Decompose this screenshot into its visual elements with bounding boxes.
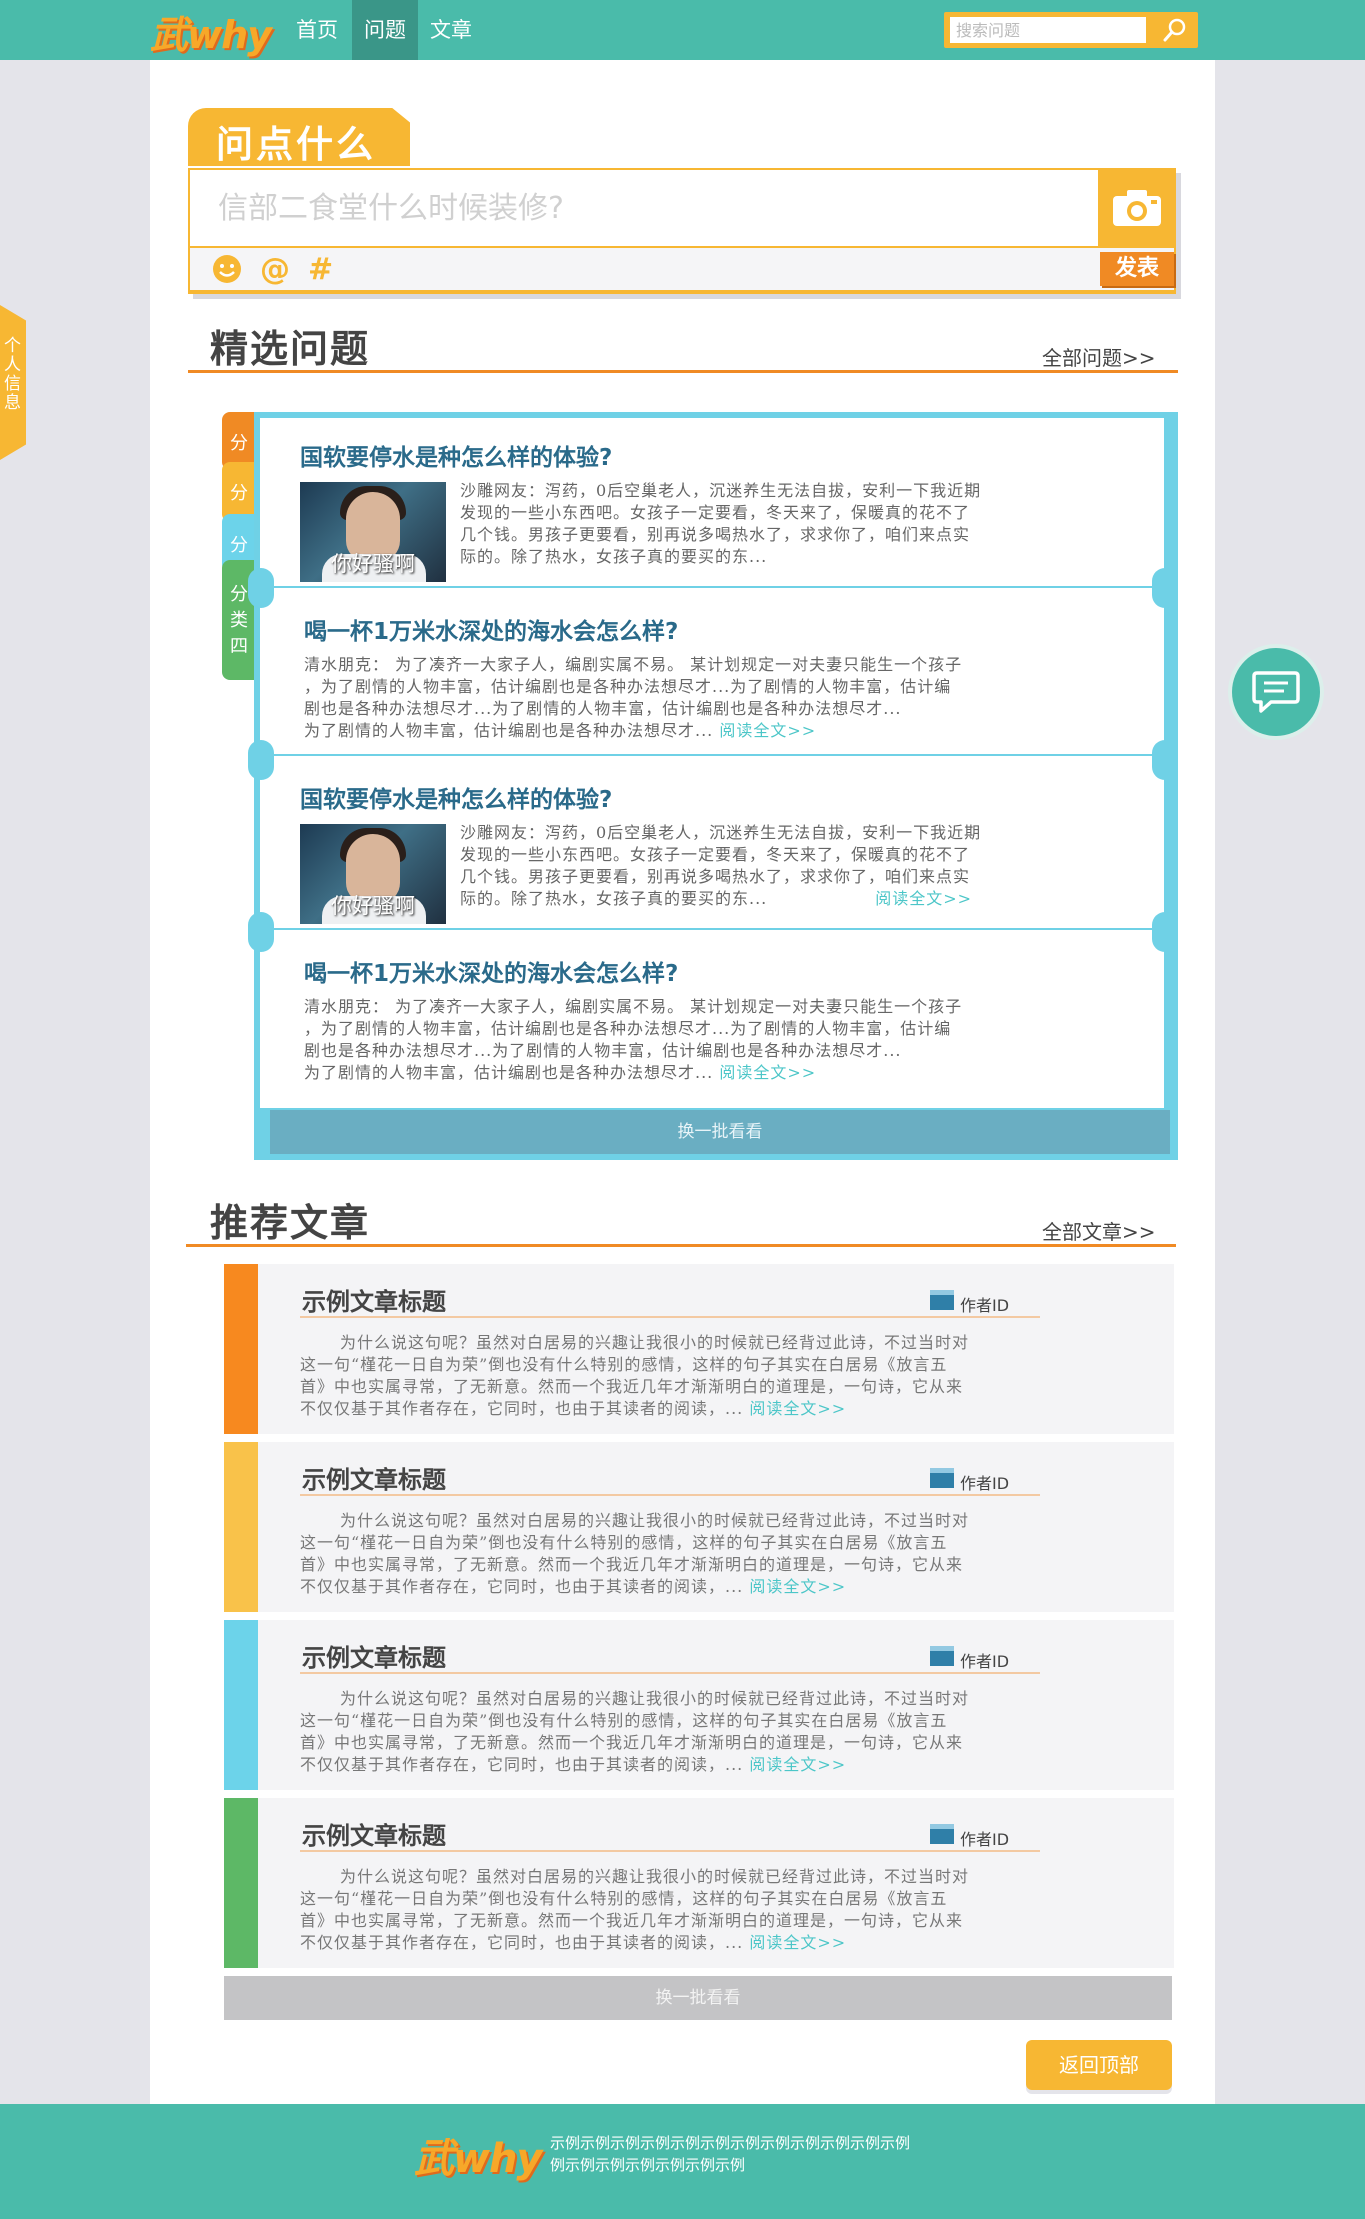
- section-divider: [186, 1244, 1176, 1247]
- featured-questions-title: 精选问题: [210, 327, 371, 371]
- question-excerpt: 沙雕网友：泻药，0后空巢老人，沉迷养生无法自拔，安利一下我近期 发现的一些小东西…: [460, 823, 982, 908]
- question-excerpt: 清水朋克： 为了凑齐一大家子人，编剧实属不易。 某计划规定一对夫妻只能生一个孩子…: [304, 997, 963, 1082]
- article-author[interactable]: 作者ID: [930, 1824, 1009, 1850]
- article-color-bar: [224, 1798, 258, 1968]
- search-input[interactable]: [950, 17, 1146, 43]
- profile-side-tab[interactable]: 个人信息: [0, 305, 26, 460]
- ask-input-wrap: [190, 170, 1098, 246]
- article-card[interactable]: 示例文章标题 作者ID 为什么说这句呢？虽然对白居易的兴趣让我很小的时候就已经背…: [224, 1798, 1174, 1968]
- article-author[interactable]: 作者ID: [930, 1468, 1009, 1494]
- all-articles-link[interactable]: 全部文章>>: [1042, 1216, 1156, 1245]
- ask-input[interactable]: [190, 170, 1098, 246]
- question-title[interactable]: 喝一杯1万米水深处的海水会怎么样?: [304, 612, 678, 646]
- chat-icon: [1252, 671, 1300, 713]
- question-title[interactable]: 国软要停水是种怎么样的体验?: [300, 438, 612, 472]
- article-card[interactable]: 示例文章标题 作者ID 为什么说这句呢？虽然对白居易的兴趣让我很小的时候就已经背…: [224, 1264, 1174, 1434]
- read-more-link[interactable]: 阅读全文>>: [719, 1063, 816, 1082]
- questions-frame: 国软要停水是种怎么样的体验? 你好骚啊 沙雕网友：泻药，0后空巢老人，沉迷养生无…: [254, 412, 1178, 1160]
- back-to-top-button[interactable]: 返回顶部: [1026, 2040, 1172, 2090]
- refresh-articles-button[interactable]: 换一批看看: [224, 1976, 1172, 2020]
- article-color-bar: [224, 1620, 258, 1790]
- read-more-link[interactable]: 阅读全文>>: [749, 1399, 846, 1418]
- read-more-link[interactable]: 阅读全文>>: [749, 1933, 846, 1952]
- questions-list: 国软要停水是种怎么样的体验? 你好骚啊 沙雕网友：泻药，0后空巢老人，沉迷养生无…: [260, 418, 1164, 1108]
- article-title-rule: [300, 1672, 1040, 1674]
- question-excerpt: 清水朋克： 为了凑齐一大家子人，编剧实属不易。 某计划规定一对夫妻只能生一个孩子…: [304, 655, 963, 740]
- nav-home[interactable]: 首页: [284, 0, 350, 60]
- ask-title: 问点什么: [188, 108, 410, 166]
- frame-notch: [248, 740, 274, 780]
- article-author[interactable]: 作者ID: [930, 1646, 1009, 1672]
- question-title[interactable]: 国软要停水是种怎么样的体验?: [300, 780, 612, 814]
- article-title-rule: [300, 1316, 1040, 1318]
- read-more-link[interactable]: 阅读全文>>: [719, 721, 816, 740]
- item-divider: [260, 586, 1164, 588]
- hashtag-icon[interactable]: #: [308, 252, 333, 287]
- category-tab-2[interactable]: 分: [222, 462, 256, 522]
- camera-icon: [1113, 190, 1161, 226]
- nav-questions[interactable]: 问题: [352, 0, 418, 60]
- article-title-rule: [300, 1494, 1040, 1496]
- article-title[interactable]: 示例文章标题: [302, 1460, 446, 1495]
- read-more-link[interactable]: 阅读全文>>: [875, 889, 972, 908]
- recommended-articles-title: 推荐文章: [210, 1201, 371, 1245]
- article-excerpt: 为什么说这句呢？虽然对白居易的兴趣让我很小的时候就已经背过此诗，不过当时对 这一…: [300, 1333, 970, 1418]
- nav-articles[interactable]: 文章: [418, 0, 484, 60]
- article-title[interactable]: 示例文章标题: [302, 1816, 446, 1851]
- mention-icon[interactable]: @: [260, 252, 290, 287]
- author-icon: [930, 1824, 954, 1844]
- question-excerpt: 沙雕网友：泻药，0后空巢老人，沉迷养生无法自拔，安利一下我近期 发现的一些小东西…: [460, 481, 982, 566]
- article-card[interactable]: 示例文章标题 作者ID 为什么说这句呢？虽然对白居易的兴趣让我很小的时候就已经背…: [224, 1620, 1174, 1790]
- top-nav-bar: 武why 首页 问题 文章: [0, 0, 1365, 60]
- author-icon: [930, 1290, 954, 1310]
- read-more-link[interactable]: 阅读全文>>: [749, 1577, 846, 1596]
- emoji-icon[interactable]: [212, 254, 242, 284]
- post-button[interactable]: 发表: [1100, 252, 1174, 286]
- item-divider: [260, 754, 1164, 756]
- article-excerpt: 为什么说这句呢？虽然对白居易的兴趣让我很小的时候就已经背过此诗，不过当时对 这一…: [300, 1511, 970, 1596]
- article-title[interactable]: 示例文章标题: [302, 1282, 446, 1317]
- read-more-link[interactable]: 阅读全文>>: [749, 1755, 846, 1774]
- ask-toolbar: @ # 发表: [190, 248, 1174, 290]
- article-excerpt: 为什么说这句呢？虽然对白居易的兴趣让我很小的时候就已经背过此诗，不过当时对 这一…: [300, 1867, 970, 1952]
- upload-image-button[interactable]: [1100, 170, 1174, 246]
- footer-logo: 武why: [414, 2136, 543, 2182]
- question-thumbnail[interactable]: 你好骚啊: [300, 824, 446, 924]
- frame-notch: [1152, 568, 1178, 608]
- chat-button[interactable]: [1232, 648, 1320, 736]
- frame-notch: [1152, 912, 1178, 952]
- article-title[interactable]: 示例文章标题: [302, 1638, 446, 1673]
- all-questions-link[interactable]: 全部问题>>: [1042, 342, 1156, 371]
- question-title[interactable]: 喝一杯1万米水深处的海水会怎么样?: [304, 954, 678, 988]
- search-button[interactable]: [1152, 12, 1198, 48]
- footer-text: 示例示例示例示例示例示例示例示例示例示例示例示例 例示例示例示例示例示例示例: [550, 2134, 911, 2174]
- frame-notch: [248, 912, 274, 952]
- section-divider: [188, 370, 1178, 373]
- author-icon: [930, 1468, 954, 1488]
- search-box: [944, 12, 1198, 48]
- article-color-bar: [224, 1442, 258, 1612]
- site-logo[interactable]: 武why: [150, 4, 272, 59]
- article-color-bar: [224, 1264, 258, 1434]
- thumbnail-caption: 你好骚啊: [331, 894, 415, 918]
- item-divider: [260, 928, 1164, 930]
- search-icon: [1163, 18, 1186, 42]
- author-icon: [930, 1646, 954, 1666]
- article-title-rule: [300, 1850, 1040, 1852]
- article-card[interactable]: 示例文章标题 作者ID 为什么说这句呢？虽然对白居易的兴趣让我很小的时候就已经背…: [224, 1442, 1174, 1612]
- frame-notch: [248, 568, 274, 608]
- footer: 武why 示例示例示例示例示例示例示例示例示例示例示例示例 例示例示例示例示例示…: [0, 2104, 1365, 2219]
- ask-card: @ # 发表: [188, 168, 1176, 294]
- thumbnail-caption: 你好骚啊: [331, 552, 415, 576]
- question-thumbnail[interactable]: 你好骚啊: [300, 482, 446, 582]
- article-excerpt: 为什么说这句呢？虽然对白居易的兴趣让我很小的时候就已经背过此诗，不过当时对 这一…: [300, 1689, 970, 1774]
- refresh-questions-button[interactable]: 换一批看看: [270, 1110, 1170, 1154]
- article-author[interactable]: 作者ID: [930, 1290, 1009, 1316]
- frame-notch: [1152, 740, 1178, 780]
